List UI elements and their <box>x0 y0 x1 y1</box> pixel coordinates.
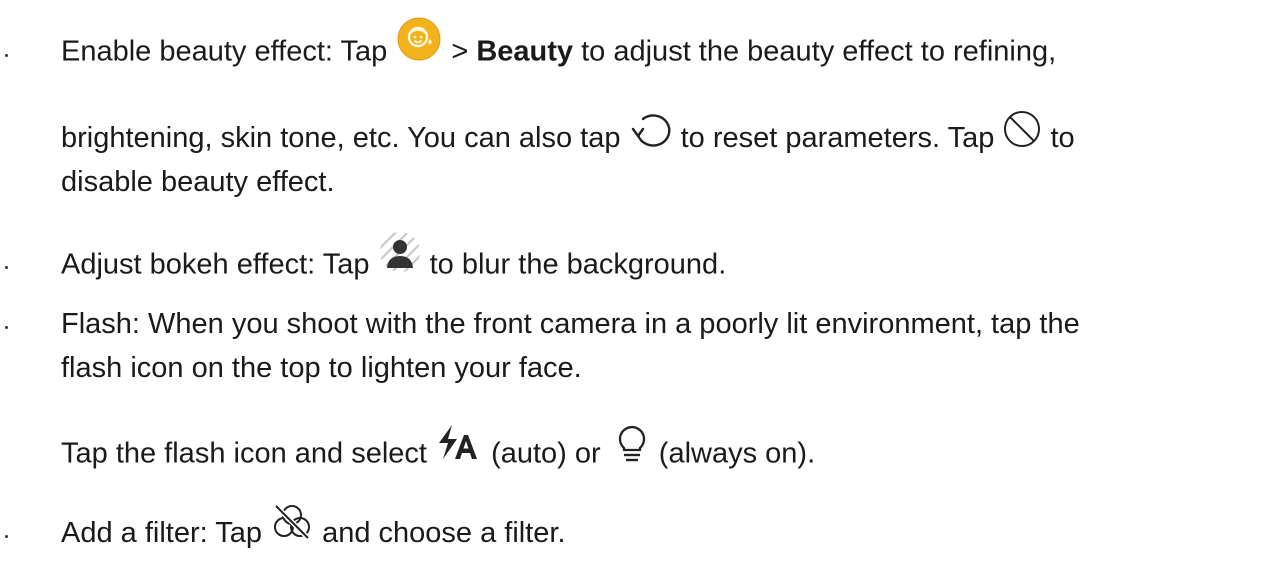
filter-line: Add a filter: Tap and choose a filter. <box>61 504 566 554</box>
beauty-line-2: brightening, skin tone, etc. You can als… <box>61 111 1075 159</box>
flash-text-2: flash icon on the top to lighten your fa… <box>61 352 582 384</box>
beauty-icon[interactable] <box>397 17 441 61</box>
bokeh-icon[interactable] <box>378 230 422 274</box>
beauty-menu-label: Beauty <box>476 35 574 68</box>
beauty-line-3: disable beauty effect. <box>61 162 335 202</box>
flash-text-3c: (always on). <box>650 437 816 470</box>
flash-text-1: Flash: When you shoot with the front cam… <box>61 308 1080 340</box>
beauty-text-1c: to adjust the beauty effect to refining, <box>573 35 1057 68</box>
bokeh-text-b: to blur the background. <box>421 248 727 281</box>
filter-off-icon[interactable] <box>270 502 314 542</box>
bullet-dot <box>0 32 30 72</box>
reset-icon[interactable] <box>629 111 673 151</box>
beauty-text-2a: brightening, skin tone, etc. You can als… <box>61 122 629 154</box>
flash-on-icon[interactable] <box>613 421 651 465</box>
flash-line-2: flash icon on the top to lighten your fa… <box>61 348 582 388</box>
flash-line-3: Tap the flash icon and select (auto) or … <box>61 425 816 477</box>
flash-text-3a: Tap the flash icon and select <box>61 437 436 470</box>
beauty-text-1a: Enable beauty effect: Tap <box>61 35 396 68</box>
flash-auto-icon[interactable] <box>435 421 483 465</box>
beauty-text-3a: disable beauty effect. <box>61 166 335 198</box>
beauty-text-1-sep: > <box>443 35 477 68</box>
beauty-line-1: Enable beauty effect: Tap > Beauty to ad… <box>61 17 1057 75</box>
bullet-dot <box>0 513 30 553</box>
filter-text-a: Add a filter: Tap <box>61 517 271 549</box>
bullet-dot <box>0 244 30 284</box>
flash-text-3b: (auto) or <box>483 437 609 470</box>
disable-icon[interactable] <box>1002 109 1042 149</box>
bullet-dot <box>0 304 30 344</box>
beauty-text-2c: to <box>1042 122 1075 154</box>
flash-line-1: Flash: When you shoot with the front cam… <box>61 304 1080 344</box>
filter-text-b: and choose a filter. <box>314 517 566 549</box>
bokeh-text-a: Adjust bokeh effect: Tap <box>61 248 378 281</box>
beauty-text-2b: to reset parameters. Tap <box>672 122 1003 154</box>
bokeh-line: Adjust bokeh effect: Tap to blur the bac… <box>61 232 727 288</box>
